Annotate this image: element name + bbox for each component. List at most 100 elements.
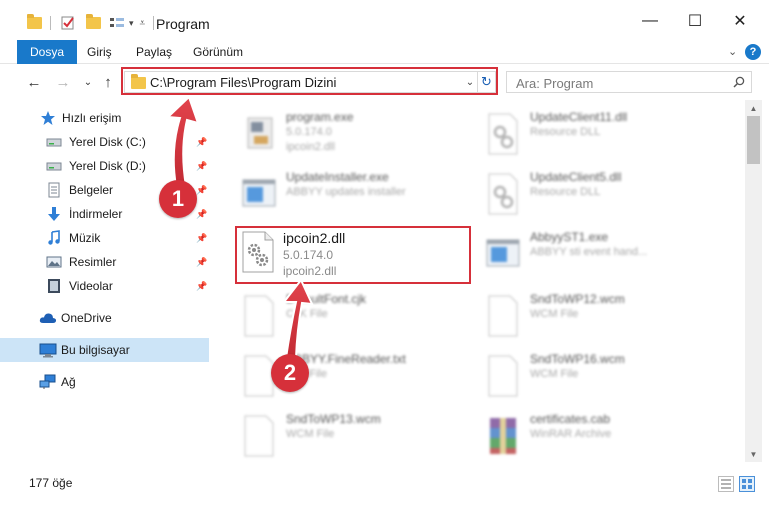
new-folder-icon[interactable] (86, 14, 101, 29)
search-icon[interactable] (733, 76, 745, 88)
file-item-certificates-cab[interactable]: certificates.cab WinRAR Archive (480, 408, 720, 464)
sidebar-item-ag[interactable]: Ağ (0, 370, 209, 394)
document-icon (48, 182, 60, 198)
tab-giris[interactable]: Giriş (87, 40, 112, 64)
tab-dosya[interactable]: Dosya (17, 40, 78, 64)
sidebar-item-label: İndirmeler (69, 207, 123, 221)
pin-icon[interactable]: 📌 (196, 209, 207, 220)
pin-icon[interactable]: 📌 (196, 233, 207, 244)
item-count: 177 öğe (29, 476, 73, 490)
pin-icon[interactable]: 📌 (196, 185, 207, 196)
up-arrow-icon: ↑ (104, 73, 112, 91)
sidebar-item-yerel-disk-c[interactable]: Yerel Disk (C:) 📌 (0, 130, 209, 154)
customize-quick-access-icon[interactable]: ▾ (129, 18, 134, 29)
file-item-program-exe[interactable]: program.exe 5.0.174.0 ipcoin2.dll (236, 106, 476, 162)
tab-gorunum[interactable]: Görünüm (193, 40, 243, 64)
dll-gear-icon (488, 113, 518, 155)
pictures-icon (46, 256, 62, 268)
sidebar-item-muzik[interactable]: Müzik 📌 (0, 226, 209, 250)
download-icon (48, 207, 60, 221)
view-options-icon[interactable] (109, 16, 127, 30)
tiles-view-button[interactable] (739, 476, 755, 492)
recent-locations-button[interactable]: ⌄ (78, 72, 98, 92)
window-icon (486, 239, 520, 267)
sidebar-item-yerel-disk-d[interactable]: Yerel Disk (D:) 📌 (0, 154, 209, 178)
callout-badge-2: 2 (271, 354, 309, 392)
sidebar-item-resimler[interactable]: Resimler 📌 (0, 250, 209, 274)
file-name: SndToWP12.wcm (530, 292, 625, 306)
back-arrow-icon: ← (26, 73, 42, 91)
search-input[interactable]: Ara: Program (516, 76, 593, 91)
file-item-sndtowp13-wcm[interactable]: SndToWP13.wcm WCM File (236, 408, 476, 464)
sidebar-item-label: Resimler (69, 255, 117, 269)
file-detail: ABBYY updates installer (286, 186, 406, 198)
sidebar-item-label: Yerel Disk (D:) (69, 159, 146, 173)
archive-icon (490, 418, 516, 454)
file-detail: WCM File (286, 428, 335, 440)
details-view-button[interactable] (718, 476, 734, 492)
folder-icon (27, 14, 42, 29)
navigation-pane: Hızlı erişim Yerel Disk (C:) 📌 Yerel Dis… (0, 100, 214, 468)
file-item-updateclient11-dll[interactable]: UpdateClient11.dll Resource DLL (480, 106, 720, 162)
scroll-up-icon[interactable]: ▲ (745, 100, 762, 116)
close-button[interactable]: ✕ (720, 8, 760, 34)
music-icon (48, 230, 60, 245)
help-icon[interactable]: ? (745, 44, 761, 60)
sidebar-item-onedrive[interactable]: OneDrive (0, 306, 209, 330)
network-icon (39, 374, 56, 389)
up-button[interactable]: ↑ (98, 72, 118, 92)
address-highlight-box (121, 67, 498, 95)
exe-icon (247, 117, 273, 149)
scroll-down-icon[interactable]: ▼ (745, 446, 762, 462)
close-icon: ✕ (733, 13, 747, 30)
window-icon (242, 179, 276, 207)
minimize-button[interactable]: — (630, 8, 670, 34)
sidebar-item-label: OneDrive (61, 311, 112, 325)
title-bar: ▾ ⩡ Program — ☐ ✕ (0, 0, 769, 40)
sidebar-item-videolar[interactable]: Videolar 📌 (0, 274, 209, 298)
file-name: UpdateClient5.dll (530, 170, 622, 184)
file-name: UpdateInstaller.exe (286, 170, 389, 184)
tab-paylas[interactable]: Paylaş (136, 40, 172, 64)
file-name: SndToWP16.wcm (530, 352, 625, 366)
file-detail: CJK File (286, 308, 328, 320)
pin-icon[interactable]: 📌 (196, 161, 207, 172)
file-item-updateclient5-dll[interactable]: UpdateClient5.dll Resource DLL (480, 166, 720, 222)
file-name: AbbyyST1.exe (530, 230, 609, 244)
maximize-icon: ☐ (687, 13, 703, 30)
file-item-updateinstaller-exe[interactable]: UpdateInstaller.exe ABBYY updates instal… (236, 166, 476, 222)
file-detail: 5.0.174.0 (286, 126, 332, 138)
sidebar-item-hizli-erisim[interactable]: Hızlı erişim (0, 106, 209, 130)
chevron-down-icon: ⌄ (83, 76, 93, 88)
file-detail: WCM File (530, 308, 579, 320)
search-box[interactable]: Ara: Program (506, 71, 752, 93)
blank-file-icon (488, 295, 518, 337)
ribbon-collapse-icon[interactable]: ⌄ (728, 40, 737, 64)
pin-icon[interactable]: 📌 (196, 137, 207, 148)
sidebar-item-label: Videolar (69, 279, 113, 293)
maximize-button[interactable]: ☐ (675, 8, 715, 34)
file-item-defaultfont-cjk[interactable]: DefaultFont.cjk CJK File (236, 288, 476, 344)
file-item-sndtowp16-wcm[interactable]: SndToWP16.wcm WCM File (480, 348, 720, 404)
minimize-icon: — (642, 12, 658, 29)
scrollbar-thumb[interactable] (747, 116, 760, 164)
file-item-abbyyst1-exe[interactable]: AbbyyST1.exe ABBYY sti event hand... (480, 226, 720, 282)
sidebar-item-label: Belgeler (69, 183, 114, 197)
star-icon (41, 111, 55, 125)
forward-button[interactable]: → (53, 72, 73, 92)
blank-file-icon (244, 415, 274, 457)
dropdown-arrow-icon[interactable]: ⩡ (140, 18, 146, 29)
quick-access-toolbar: ▾ ⩡ (27, 12, 155, 34)
pin-icon[interactable]: 📌 (196, 257, 207, 268)
forward-arrow-icon: → (55, 73, 71, 91)
pin-icon[interactable]: 📌 (196, 281, 207, 292)
file-item-sndtowp12-wcm[interactable]: SndToWP12.wcm WCM File (480, 288, 720, 344)
vertical-scrollbar[interactable]: ▲ ▼ (745, 100, 762, 462)
properties-icon[interactable] (60, 15, 76, 31)
back-button[interactable]: ← (24, 72, 44, 92)
file-highlight-box (235, 226, 471, 284)
file-detail: WCM File (530, 368, 579, 380)
file-detail: Resource DLL (530, 126, 601, 138)
sidebar-item-bu-bilgisayar[interactable]: Bu bilgisayar (0, 338, 209, 362)
computer-icon (39, 343, 57, 358)
